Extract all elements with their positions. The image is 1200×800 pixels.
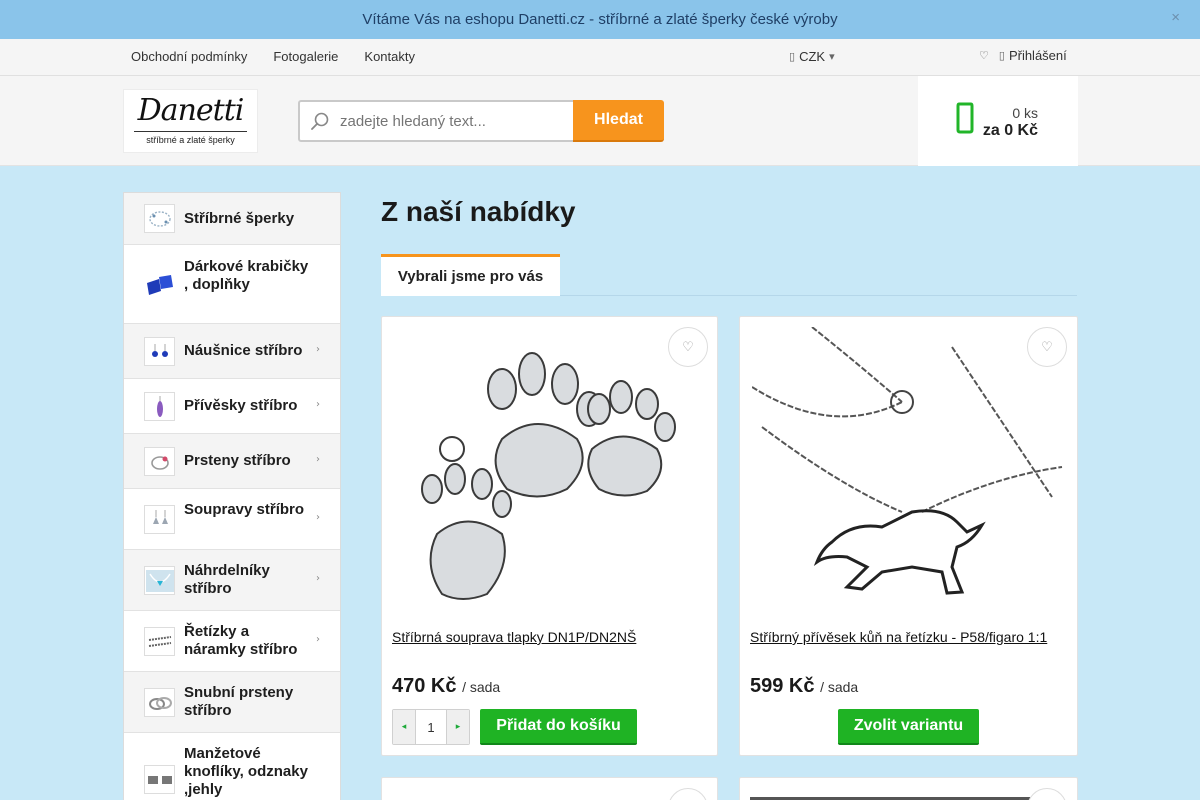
cart-widget[interactable]: 0 ks za 0 Kč <box>918 76 1078 166</box>
category-thumbnail <box>144 337 175 366</box>
chevron-down-icon: ▾ <box>829 50 835 63</box>
category-thumbnail <box>144 566 175 595</box>
category-sidebar: Stříbrné šperky Dárkové krabičky , doplň… <box>123 192 341 800</box>
chevron-right-icon: › <box>316 512 320 523</box>
account-area: ♡ ▯ Přihlášení <box>979 48 1067 63</box>
sidebar-item-label: Soupravy stříbro <box>184 501 305 518</box>
currency-icon: ▯ <box>789 50 796 63</box>
heart-icon[interactable]: ♡ <box>1027 327 1067 367</box>
sidebar-item-wedding-rings[interactable]: Snubní prsteny stříbro <box>124 672 340 733</box>
login-link[interactable]: ▯ Přihlášení <box>999 48 1067 63</box>
product-name[interactable]: Stříbrný přívěsek kůň na řetízku - P58/f… <box>750 627 1068 647</box>
logo-tagline: stříbrné a zlaté šperky <box>134 131 247 145</box>
sidebar-item-rings[interactable]: Prsteny stříbro › <box>124 434 340 489</box>
price-value: 470 Kč <box>392 675 457 697</box>
sidebar-item-label: Snubní prsteny stříbro <box>184 684 294 719</box>
search-input[interactable] <box>340 112 560 130</box>
price-unit: / sada <box>462 679 501 695</box>
product-price: 470 Kč / sada <box>392 675 500 698</box>
sidebar-item-cufflinks[interactable]: Manžetové knoflíky, odznaky ,jehly <box>124 733 340 800</box>
category-thumbnail <box>144 204 175 233</box>
sidebar-item-necklaces[interactable]: Náhrdelníky stříbro › <box>124 550 340 611</box>
category-thumbnail <box>144 688 175 717</box>
price-unit: / sada <box>820 679 859 695</box>
product-image[interactable] <box>407 339 697 609</box>
logo[interactable]: Danetti stříbrné a zlaté šperky <box>123 89 258 153</box>
sidebar-item-label: Dárkové krabičky , doplňky <box>184 258 309 293</box>
cart-count: 0 ks <box>1012 105 1038 121</box>
sidebar-item-gift-boxes[interactable]: Dárkové krabičky , doplňky <box>124 245 340 324</box>
user-icon: ▯ <box>998 49 1005 62</box>
sidebar-item-label: Řetízky a náramky stříbro <box>184 623 298 658</box>
sidebar-item-silver-jewelry[interactable]: Stříbrné šperky <box>124 193 340 245</box>
category-thumbnail <box>144 392 175 421</box>
logo-brand: Danetti <box>137 93 245 128</box>
tab-bar: Vybrali jsme pro vás <box>381 254 1077 296</box>
category-thumbnail <box>144 627 175 656</box>
announcement-text: Vítáme Vás na eshopu Danetti.cz - stříbr… <box>362 11 838 28</box>
category-thumbnail <box>144 505 175 534</box>
heart-icon[interactable]: ♡ <box>668 327 708 367</box>
chevron-right-icon: › <box>316 454 320 465</box>
sidebar-item-earrings[interactable]: Náušnice stříbro › <box>124 324 340 379</box>
add-to-cart-button[interactable]: Přidat do košíku <box>480 709 637 745</box>
sidebar-item-label: Náušnice stříbro <box>184 342 303 359</box>
chevron-right-icon: › <box>316 344 320 355</box>
cart-total: za 0 Kč <box>982 122 1038 139</box>
cart-icon <box>956 102 974 139</box>
product-card: ♡ <box>381 777 718 800</box>
product-card: ♡ <box>739 777 1078 800</box>
chevron-right-icon: › <box>316 634 320 645</box>
product-image[interactable] <box>752 327 1067 617</box>
sidebar-item-chains-bracelets[interactable]: Řetízky a náramky stříbro › <box>124 611 340 672</box>
sidebar-item-label: Manžetové knoflíky, odznaky ,jehly <box>184 745 308 798</box>
chevron-right-icon: › <box>316 399 320 410</box>
tab-recommended[interactable]: Vybrali jsme pro vás <box>381 254 560 296</box>
quantity-stepper: ◂ 1 ▸ <box>392 709 470 745</box>
page-title: Z naší nabídky <box>381 196 576 227</box>
sidebar-item-label: Přívěsky stříbro <box>184 397 298 414</box>
sidebar-item-pendants[interactable]: Přívěsky stříbro › <box>124 379 340 434</box>
heart-icon[interactable]: ♡ <box>1027 788 1067 800</box>
search-button[interactable]: Hledat <box>573 100 664 142</box>
top-navigation: Obchodní podmínky Fotogalerie Kontakty ▯… <box>0 39 1200 76</box>
search-icon <box>300 111 340 131</box>
top-links: Obchodní podmínky Fotogalerie Kontakty <box>131 49 415 64</box>
heart-icon[interactable]: ♡ <box>668 788 708 800</box>
link-gallery[interactable]: Fotogalerie <box>273 49 338 64</box>
product-card: ♡ Stříbrný přívěsek kůň na řetízku - P58… <box>739 316 1078 756</box>
plus-icon[interactable]: ▸ <box>447 710 469 744</box>
category-thumbnail <box>144 447 175 476</box>
choose-variant-button[interactable]: Zvolit variantu <box>838 709 979 745</box>
product-name[interactable]: Stříbrná souprava tlapky DN1P/DN2NŠ <box>392 627 702 647</box>
sidebar-item-sets[interactable]: Soupravy stříbro › <box>124 489 340 550</box>
close-icon[interactable]: × <box>1171 9 1180 26</box>
product-card: ♡ Stříbrná souprava tlapky DN1P/DN2NŠ 47… <box>381 316 718 756</box>
currency-label: CZK <box>799 49 826 64</box>
minus-icon[interactable]: ◂ <box>393 710 415 744</box>
currency-selector[interactable]: ▯ CZK ▾ <box>789 49 835 64</box>
product-price: 599 Kč / sada <box>750 675 858 698</box>
quantity-input[interactable]: 1 <box>415 710 447 744</box>
search-box <box>298 100 575 142</box>
sidebar-item-label: Náhrdelníky stříbro <box>184 562 270 597</box>
login-label: Přihlášení <box>1008 48 1067 63</box>
category-thumbnail <box>144 270 175 299</box>
price-value: 599 Kč <box>750 675 815 697</box>
chevron-right-icon: › <box>316 573 320 584</box>
header: Danetti stříbrné a zlaté šperky Hledat 0… <box>0 76 1200 166</box>
sidebar-item-label: Stříbrné šperky <box>184 210 295 227</box>
category-thumbnail <box>144 765 175 794</box>
sidebar-item-label: Prsteny stříbro <box>184 452 291 469</box>
link-terms[interactable]: Obchodní podmínky <box>131 49 247 64</box>
heart-icon[interactable]: ♡ <box>979 49 989 62</box>
announcement-bar: Vítáme Vás na eshopu Danetti.cz - stříbr… <box>0 0 1200 39</box>
link-contacts[interactable]: Kontakty <box>364 49 415 64</box>
